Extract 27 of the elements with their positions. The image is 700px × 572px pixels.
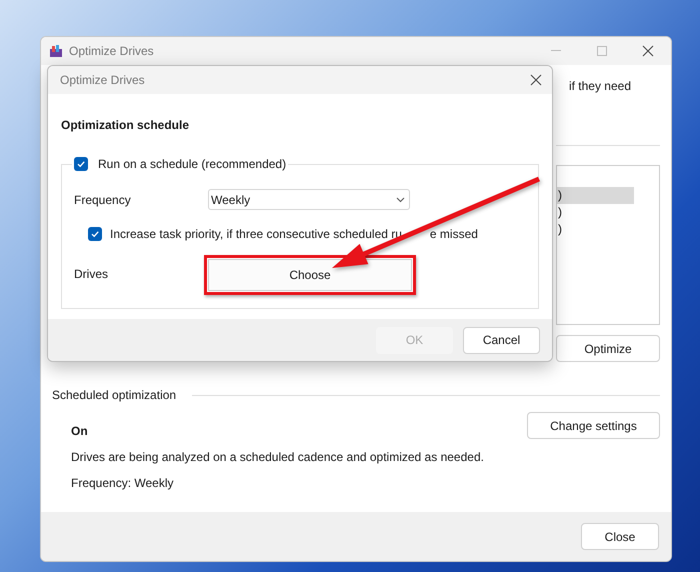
close-icon[interactable] — [642, 45, 654, 57]
dialog-title: Optimize Drives — [60, 72, 145, 89]
optimize-button[interactable]: Optimize — [556, 335, 660, 362]
list-row[interactable]: ) — [557, 187, 634, 204]
checkmark-icon — [76, 159, 86, 169]
change-settings-button[interactable]: Change settings — [527, 412, 660, 439]
checkmark-icon — [90, 229, 100, 239]
frequency-dropdown[interactable]: Weekly — [208, 189, 410, 210]
checkbox-label: Run on a schedule (recommended) — [98, 156, 286, 173]
app-icon — [49, 44, 63, 58]
description-text: if they need — [568, 78, 631, 95]
dialog-heading: Optimization schedule — [61, 117, 190, 134]
close-icon[interactable] — [530, 74, 542, 86]
window-title: Optimize Drives — [69, 43, 154, 60]
section-heading: Scheduled optimization — [52, 387, 176, 404]
checkbox[interactable] — [88, 227, 102, 241]
drives-label: Drives — [74, 266, 110, 283]
chevron-down-icon — [396, 196, 405, 202]
dialog-button[interactable]: Cancel — [463, 326, 540, 354]
status-text: On — [71, 423, 89, 440]
frequency-label: Frequency — [74, 192, 132, 208]
choose-button[interactable]: Choose — [208, 259, 412, 291]
status-description: Drives are being analyzed on a scheduled cadence and optimized as needed. — [71, 449, 485, 466]
close-button[interactable]: Close — [581, 523, 659, 550]
checkbox[interactable] — [74, 157, 88, 171]
checkbox-label: e missed — [430, 226, 478, 243]
frequency-text: Frequency: Weekly — [71, 475, 174, 492]
